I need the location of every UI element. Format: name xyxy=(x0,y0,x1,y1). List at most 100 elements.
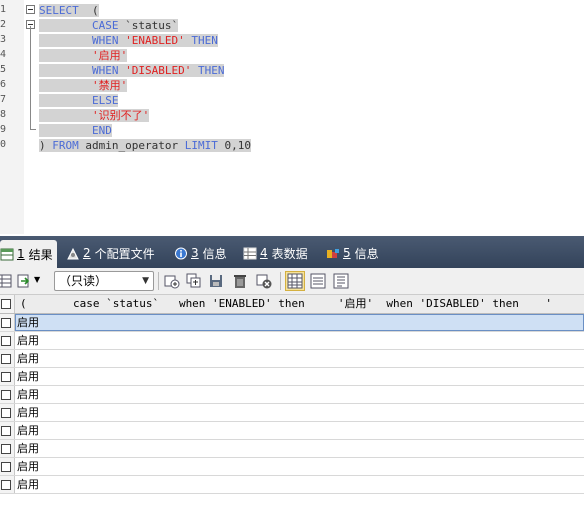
tab-results[interactable]: 1 结果 xyxy=(0,240,57,268)
toolbar-divider xyxy=(158,272,159,290)
tab-label: 信息 xyxy=(354,246,379,261)
row-selector[interactable] xyxy=(0,440,15,457)
table-cell[interactable]: 启用 xyxy=(17,332,39,349)
tab-number: 5 xyxy=(343,246,351,260)
code-line: '禁用' xyxy=(39,78,128,93)
line-number: 0 xyxy=(0,139,7,150)
grid-view-icon[interactable] xyxy=(0,273,12,289)
table-row[interactable]: 启用 xyxy=(0,440,584,458)
chevron-down-icon[interactable]: ▼ xyxy=(34,275,40,284)
code-token: ) xyxy=(39,139,53,152)
table-row[interactable]: 启用 xyxy=(0,314,584,332)
table-cell[interactable]: 启用 xyxy=(17,458,39,475)
tab-table-data[interactable]: 4 表数据 xyxy=(243,242,308,264)
code-line: END xyxy=(39,123,112,138)
tab-number: 2 xyxy=(83,246,91,260)
tab-profiles[interactable]: 2 个配置文件 xyxy=(66,242,155,264)
table-cell[interactable]: 启用 xyxy=(17,350,39,367)
table-row[interactable]: 启用 xyxy=(0,350,584,368)
code-token: '识别不了' xyxy=(39,109,150,122)
table-cell[interactable]: 启用 xyxy=(17,314,39,331)
code-token: THEN xyxy=(191,64,225,77)
row-checkbox[interactable] xyxy=(1,372,11,382)
table-cell[interactable]: 启用 xyxy=(17,386,39,403)
table-cell[interactable]: 启用 xyxy=(17,422,39,439)
code-line: CASE `status` xyxy=(39,18,179,33)
row-selector[interactable] xyxy=(0,422,15,439)
code-token: 0,10 xyxy=(224,139,251,152)
table-cell[interactable]: 启用 xyxy=(17,404,39,421)
add-row-icon[interactable] xyxy=(164,273,180,289)
row-checkbox[interactable] xyxy=(1,390,11,400)
row-selector[interactable] xyxy=(0,368,15,385)
row-selector[interactable] xyxy=(0,404,15,421)
tab-info[interactable]: 3 信息 xyxy=(174,242,227,264)
code-line: '启用' xyxy=(39,48,128,63)
row-selector[interactable] xyxy=(0,350,15,367)
row-selector[interactable] xyxy=(0,314,15,331)
table-row[interactable]: 启用 xyxy=(0,386,584,404)
select-all-checkbox[interactable] xyxy=(1,299,11,309)
export-icon[interactable] xyxy=(16,273,32,289)
row-checkbox[interactable] xyxy=(1,462,11,472)
row-checkbox[interactable] xyxy=(1,354,11,364)
fold-toggle-icon[interactable] xyxy=(26,5,35,14)
tab-messages[interactable]: 5 信息 xyxy=(326,242,379,264)
line-number: 3 xyxy=(0,34,7,45)
code-token: LIMIT xyxy=(184,139,225,152)
code-line: '识别不了' xyxy=(39,108,150,123)
fold-guide-end xyxy=(30,129,36,130)
code-line: WHEN 'ENABLED' THEN xyxy=(39,33,218,48)
tab-label: 表数据 xyxy=(271,246,308,261)
discard-changes-icon[interactable] xyxy=(256,273,272,289)
row-checkbox[interactable] xyxy=(1,480,11,490)
selected-cell-highlight xyxy=(15,314,584,331)
table-row[interactable]: 启用 xyxy=(0,404,584,422)
sql-editor[interactable]: 1 2 3 4 5 6 7 8 9 0 SELECT ( CASE `status` WHEN '… xyxy=(0,0,584,234)
readonly-select-value: （只读） xyxy=(59,274,108,288)
line-number: 6 xyxy=(0,79,7,90)
tab-number: 3 xyxy=(191,246,199,260)
row-selector[interactable] xyxy=(0,332,15,349)
table-cell[interactable]: 启用 xyxy=(17,440,39,457)
delete-icon[interactable] xyxy=(232,273,248,289)
table-row[interactable]: 启用 xyxy=(0,368,584,386)
code-token: WHEN xyxy=(39,34,126,47)
readonly-select[interactable]: （只读） ▼ xyxy=(54,271,154,291)
row-checkbox[interactable] xyxy=(1,444,11,454)
line-number: 4 xyxy=(0,49,7,60)
table-row[interactable]: 启用 xyxy=(0,476,584,494)
line-number: 5 xyxy=(0,64,7,75)
table-row[interactable]: 启用 xyxy=(0,332,584,350)
table-row[interactable]: 启用 xyxy=(0,458,584,476)
code-token: admin_operator xyxy=(85,139,185,152)
code-token: CASE xyxy=(39,19,126,32)
fold-guide-line xyxy=(30,26,31,130)
row-selector[interactable] xyxy=(0,458,15,475)
column-header[interactable]: ( case `status` when 'ENABLED' then '启用'… xyxy=(20,295,552,313)
duplicate-row-icon[interactable] xyxy=(186,273,202,289)
save-icon[interactable] xyxy=(208,273,224,289)
row-checkbox[interactable] xyxy=(1,336,11,346)
row-selector[interactable] xyxy=(0,476,15,493)
row-checkbox[interactable] xyxy=(1,318,11,328)
tab-number: 4 xyxy=(260,246,268,260)
row-selector[interactable] xyxy=(0,295,15,313)
code-token: '启用' xyxy=(39,49,128,62)
row-selector[interactable] xyxy=(0,386,15,403)
grid-mode-icon xyxy=(287,273,303,289)
row-checkbox[interactable] xyxy=(1,408,11,418)
code-line: WHEN 'DISABLED' THEN xyxy=(39,63,225,78)
text-view-icon[interactable] xyxy=(333,273,349,289)
row-checkbox[interactable] xyxy=(1,426,11,436)
line-number: 2 xyxy=(0,19,7,30)
tab-label: 结果 xyxy=(28,247,53,262)
code-token: ELSE xyxy=(39,94,119,107)
table-cell[interactable]: 启用 xyxy=(17,476,39,493)
table-row[interactable]: 启用 xyxy=(0,422,584,440)
table-result-icon xyxy=(0,248,14,260)
table-cell[interactable]: 启用 xyxy=(17,368,39,385)
grid-mode-button[interactable] xyxy=(285,271,305,291)
form-view-icon[interactable] xyxy=(310,273,326,289)
line-number: 1 xyxy=(0,4,7,15)
